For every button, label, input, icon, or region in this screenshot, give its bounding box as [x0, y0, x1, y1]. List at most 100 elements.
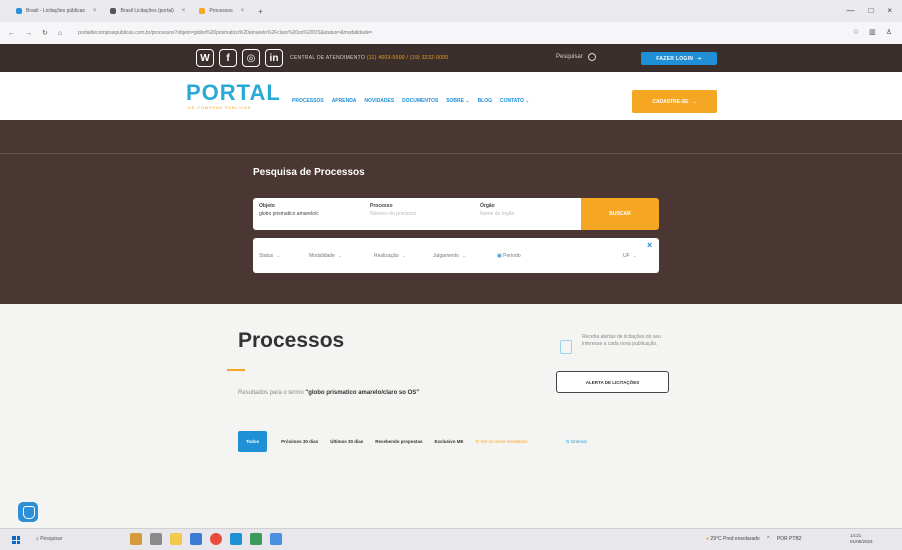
forward-icon[interactable]: → — [25, 30, 32, 37]
widgets-icon[interactable] — [130, 533, 142, 545]
instagram-icon[interactable]: ◎ — [242, 49, 260, 67]
home-icon[interactable]: ⌂ — [58, 30, 62, 37]
register-label: CADASTRE-SE — [652, 98, 689, 105]
back-icon[interactable]: ← — [8, 30, 15, 37]
store-icon[interactable] — [190, 533, 202, 545]
alert-button[interactable]: ALERTA DE LICITAÇÕES — [556, 371, 669, 393]
process-input[interactable]: Número do processo — [370, 211, 474, 217]
agency-input[interactable]: Nome do órgão — [480, 211, 580, 217]
filter-periodo[interactable]: ▣ Período — [497, 253, 521, 259]
reload-icon[interactable]: ↻ — [42, 29, 48, 37]
filter-label: UF — [623, 253, 630, 259]
filter-uf[interactable]: UF ⌄ — [623, 253, 637, 259]
language-indicator[interactable]: POR PTB2 — [777, 536, 802, 542]
result-term: "globo prismatico amarelo/claro so OS" — [305, 390, 420, 396]
minimize-icon[interactable]: — — [846, 6, 854, 15]
tab-close-icon[interactable]: × — [241, 8, 245, 14]
top-search[interactable]: Pesquisar — [556, 53, 596, 61]
menu-item-aprenda[interactable]: APRENDA — [332, 98, 357, 104]
taskbar-apps — [130, 533, 282, 545]
browser-tab-1[interactable]: Brasil - Licitações públicas × — [16, 8, 96, 14]
browser-tab-2[interactable]: Brasil Licitações (portal) × — [110, 8, 185, 14]
task-view-icon[interactable] — [150, 533, 162, 545]
filter-realizacao[interactable]: Realização ⌄ — [374, 253, 406, 259]
url-input[interactable]: portaldecompraspublicas.com.br/processos… — [78, 30, 372, 36]
new-tab-icon[interactable]: + — [258, 7, 263, 16]
filter-julgamento[interactable]: Julgamento ⌄ — [433, 253, 466, 259]
tab-todos[interactable]: Todos — [238, 431, 268, 452]
tab-close-icon[interactable]: × — [93, 8, 97, 14]
tab-label: Ver os meus resultados — [480, 438, 528, 444]
tray-chevron-icon[interactable]: ^ — [767, 536, 769, 542]
tab-title: Processos — [209, 8, 233, 14]
profile-icon[interactable]: ♙ — [886, 28, 892, 36]
tab-proximos-30[interactable]: Próximos 30 dias — [281, 439, 318, 444]
outlook-icon[interactable] — [270, 533, 282, 545]
browser-toolbar-right: ☆ ▥ ♙ — [853, 28, 892, 36]
favorite-star-icon[interactable]: ☆ — [853, 28, 859, 36]
linkedin-icon[interactable]: in — [265, 49, 283, 67]
support-phone[interactable]: (11) 4003-0000 / (19) 3232-0000 — [367, 55, 448, 61]
split-screen-icon[interactable]: ▥ — [869, 28, 876, 36]
security-shield-icon[interactable] — [18, 502, 38, 522]
menu-item-processos[interactable]: PROCESSOS — [292, 98, 324, 104]
sort-button[interactable]: ⇅ Ordenar — [566, 439, 588, 445]
filter-label: Realização — [374, 253, 399, 259]
menu-label: SOBRE — [446, 98, 464, 104]
agency-field[interactable]: Órgão Nome do órgão — [480, 203, 580, 217]
weather-text[interactable]: 29°C Pred ensolarado — [710, 536, 759, 542]
file-explorer-icon[interactable] — [170, 533, 182, 545]
menu-item-documentos[interactable]: DOCUMENTOS — [402, 98, 438, 104]
result-tabs: Todos Próximos 30 dias Últimos 30 dias R… — [238, 431, 599, 452]
tab-favicon-icon — [110, 8, 117, 14]
chrome-icon[interactable] — [210, 533, 222, 545]
search-button[interactable]: BUSCAR — [581, 198, 659, 230]
chevron-down-icon: ⌄ — [525, 98, 530, 104]
alert-description: Receba alertas de licitações do seu inte… — [582, 334, 661, 347]
facebook-icon[interactable]: f — [219, 49, 237, 67]
process-field[interactable]: Processo Número do processo — [370, 203, 474, 217]
support-label: CENTRAL DE ATENDIMENTO — [290, 55, 366, 61]
site-header: PORTAL DE COMPRAS PÚBLICAS PROCESSOS APR… — [0, 72, 902, 120]
filter-label: Modalidade — [309, 253, 335, 259]
weather-icon: ● — [706, 536, 710, 542]
clock[interactable]: 14:21 01/06/2023 — [850, 533, 873, 545]
menu-item-novidades[interactable]: NOVIDADES — [364, 98, 394, 104]
search-title: Pesquisa de Processos — [253, 167, 365, 178]
tab-meus-resultados[interactable]: ↻ Ver os meus resultados — [476, 439, 528, 445]
filter-status[interactable]: Status ⌄ — [259, 253, 280, 259]
support-info: CENTRAL DE ATENDIMENTO (11) 4003-0000 / … — [290, 55, 448, 61]
edge-icon[interactable] — [230, 533, 242, 545]
clock-date: 01/06/2023 — [850, 539, 873, 544]
clear-filters-icon[interactable]: × — [647, 240, 652, 250]
top-search-label: Pesquisar — [556, 54, 583, 60]
chevron-down-icon: ⌄ — [276, 253, 281, 259]
taskbar-search[interactable]: ⌕ Pesquisar — [36, 536, 62, 542]
field-label: Órgão — [480, 203, 495, 209]
windows-start-icon[interactable] — [12, 536, 20, 544]
address-bar: ← → ↻ ⌂ portaldecompraspublicas.com.br/p… — [0, 22, 902, 44]
portal-logo[interactable]: PORTAL — [186, 80, 281, 106]
browser-tab-3[interactable]: Processos × — [199, 8, 244, 14]
menu-item-sobre[interactable]: SOBRE ⌄ — [446, 98, 469, 104]
tab-close-icon[interactable]: × — [182, 8, 186, 14]
maximize-icon[interactable]: □ — [868, 6, 873, 15]
close-window-icon[interactable]: × — [887, 6, 892, 15]
object-field[interactable]: Objeto globo prismatico amarelo/c — [259, 203, 367, 217]
register-button[interactable]: CADASTRE-SE ⌄ — [632, 90, 717, 113]
menu-item-contato[interactable]: CONTATO ⌄ — [500, 98, 529, 104]
tab-title: Brasil Licitações (portal) — [120, 8, 174, 14]
excel-icon[interactable] — [250, 533, 262, 545]
filters-bar: Status ⌄ Modalidade ⌄ Realização ⌄ Julgamen… — [253, 238, 659, 273]
object-input[interactable]: globo prismatico amarelo/c — [259, 211, 367, 217]
login-button[interactable]: FAZER LOGIN ➔ — [641, 52, 717, 65]
tab-ultimos-30[interactable]: Últimos 30 dias — [330, 439, 363, 444]
filter-modalidade[interactable]: Modalidade ⌄ — [309, 253, 342, 259]
menu-item-blog[interactable]: BLOG — [478, 98, 492, 104]
whatsapp-icon[interactable]: W — [196, 49, 214, 67]
tab-exclusivo-me[interactable]: Exclusivo ME — [434, 439, 463, 444]
search-icon[interactable] — [587, 53, 596, 61]
tab-recebendo[interactable]: Recebendo propostas — [375, 439, 422, 444]
chevron-down-icon: ⌄ — [632, 253, 637, 259]
bell-icon — [560, 340, 572, 354]
